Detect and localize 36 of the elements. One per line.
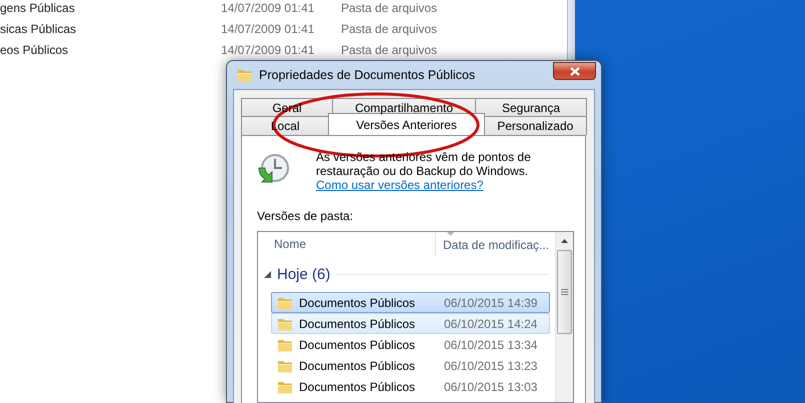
- folder-icon: [277, 296, 293, 310]
- file-type: Pasta de arquivos: [341, 0, 438, 14]
- version-row[interactable]: Documentos Públicos 06/10/2015 13:34: [271, 334, 550, 355]
- file-name: gens Públicas: [0, 0, 76, 14]
- column-header[interactable]: Data de modificaç...: [436, 232, 550, 256]
- scrollbar[interactable]: [555, 232, 573, 402]
- tab[interactable]: Versões Anteriores: [328, 113, 485, 135]
- up-arrow-icon: [561, 239, 568, 243]
- version-row[interactable]: Documentos Públicos 06/10/2015 13:23: [271, 355, 550, 376]
- tab[interactable]: Personalizado: [484, 116, 587, 135]
- tab[interactable]: Segurança: [475, 98, 587, 116]
- file-type: Pasta de arquivos: [341, 42, 438, 56]
- scrollbar-thumb[interactable]: [557, 250, 572, 334]
- column-header[interactable]: Nome: [258, 232, 436, 256]
- version-row[interactable]: Documentos Públicos 06/10/2015 14:24: [271, 313, 550, 334]
- close-button[interactable]: [553, 62, 596, 80]
- group-label: Hoje (6): [277, 266, 330, 282]
- file-type: Pasta de arquivos: [341, 22, 438, 36]
- close-icon: [570, 66, 580, 76]
- file-date: 14/07/2009 01:41: [221, 0, 316, 14]
- folder-icon: [277, 358, 293, 372]
- grip-icon: [561, 289, 568, 295]
- window-title: Propriedades de Documentos Públicos: [259, 68, 476, 82]
- file-date: 14/07/2009 01:41: [221, 42, 316, 56]
- version-row[interactable]: Documentos Públicos 06/10/2015 14:39: [271, 292, 550, 313]
- list-label: Versões de pasta:: [257, 209, 354, 223]
- help-link[interactable]: Como usar versões anteriores?: [316, 178, 484, 192]
- version-row[interactable]: Documentos Públicos 06/10/2015 13:03: [271, 376, 550, 397]
- folder-icon: [277, 316, 293, 330]
- folder-icon: [277, 338, 293, 352]
- file-date: 14/07/2009 01:41: [221, 22, 316, 36]
- file-name: sicas Públicas: [0, 22, 78, 36]
- file-name: eos Públicos: [0, 42, 70, 56]
- folder-icon: [277, 380, 293, 394]
- expand-icon[interactable]: [264, 270, 271, 278]
- folder-icon: [237, 68, 253, 82]
